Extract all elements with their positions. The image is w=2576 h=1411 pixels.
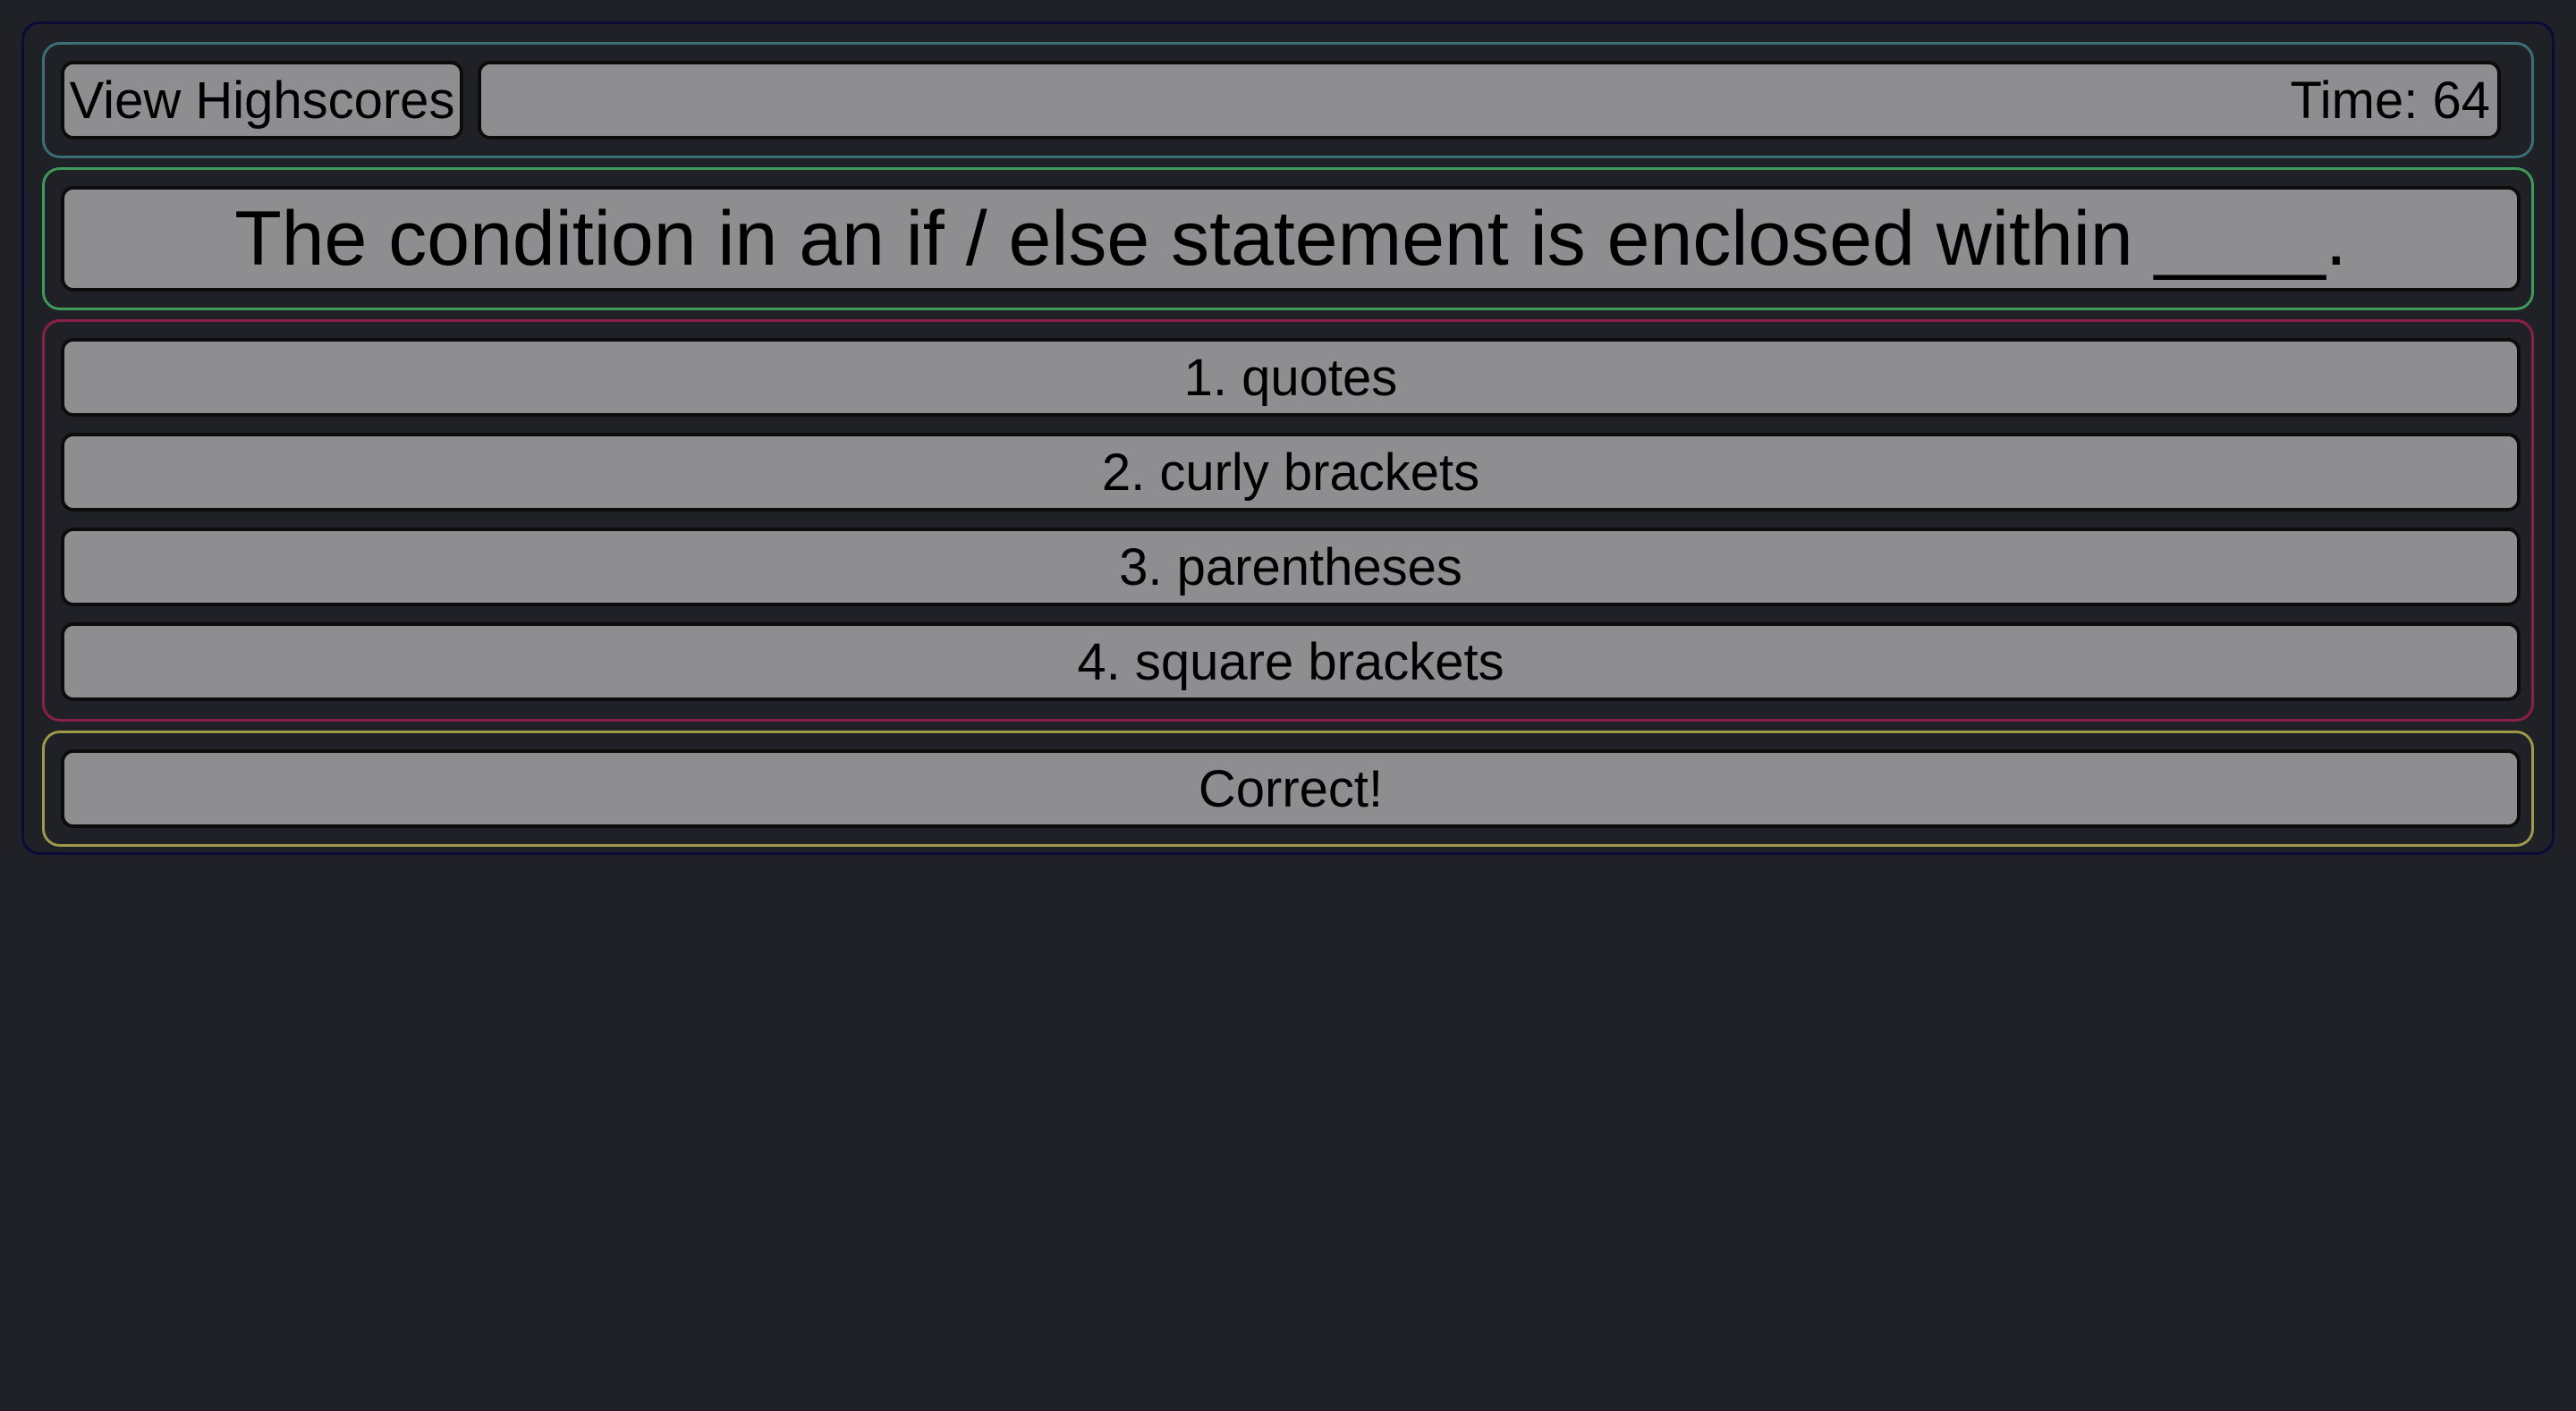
header-panel: View Highscores Time: 64 [42, 42, 2534, 158]
feedback-panel: Correct! [42, 731, 2534, 847]
timer-display: Time: 64 [478, 61, 2501, 139]
question-panel: The condition in an if / else statement … [42, 167, 2534, 310]
answer-button-1[interactable]: 1. quotes [61, 338, 2521, 417]
question-text: The condition in an if / else statement … [61, 186, 2521, 291]
answer-button-3[interactable]: 3. parentheses [61, 528, 2521, 606]
answer-button-4[interactable]: 4. square brackets [61, 622, 2521, 701]
answers-panel: 1. quotes 2. curly brackets 3. parenthes… [42, 319, 2534, 722]
answer-button-2[interactable]: 2. curly brackets [61, 433, 2521, 511]
quiz-container: View Highscores Time: 64 The condition i… [21, 21, 2555, 855]
feedback-message: Correct! [61, 749, 2521, 828]
view-highscores-button[interactable]: View Highscores [61, 61, 463, 139]
